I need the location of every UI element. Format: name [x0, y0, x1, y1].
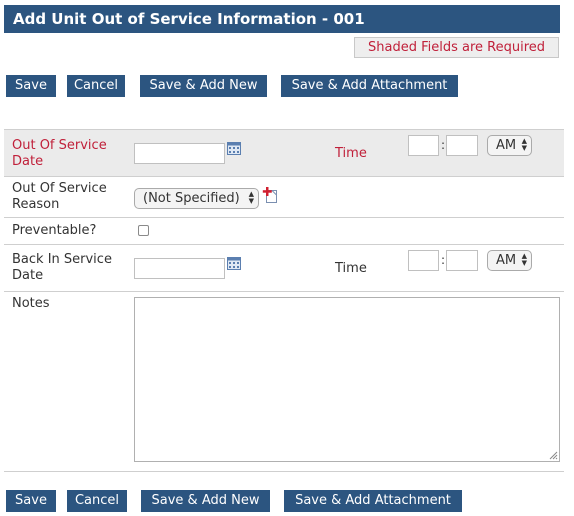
- cancel-button-bottom[interactable]: Cancel: [67, 490, 127, 512]
- out-of-service-date-label: Out Of Service Date: [12, 138, 107, 169]
- cancel-button-top[interactable]: Cancel: [67, 75, 125, 97]
- page-title: Add Unit Out of Service Information - 00…: [4, 5, 560, 33]
- out-of-service-date-input[interactable]: [134, 143, 225, 164]
- reason-label: Out Of Service Reason: [12, 181, 107, 212]
- notes-label: Notes: [12, 296, 50, 311]
- preventable-row: Preventable?: [4, 218, 564, 245]
- save-add-attachment-button-bottom[interactable]: Save & Add Attachment: [284, 490, 462, 512]
- save-button-top[interactable]: Save: [6, 75, 56, 97]
- back-time-ampm-select[interactable]: AM ▲ ▼: [487, 250, 532, 271]
- save-add-new-button-bottom[interactable]: Save & Add New: [141, 490, 270, 512]
- calendar-icon[interactable]: [227, 142, 241, 155]
- notes-textarea[interactable]: [134, 297, 560, 462]
- chevron-updown-icon: ▲ ▼: [521, 137, 527, 152]
- out-time-ampm-select[interactable]: AM ▲ ▼: [487, 135, 532, 156]
- save-button-bottom[interactable]: Save: [6, 490, 56, 512]
- save-add-attachment-button-top[interactable]: Save & Add Attachment: [281, 75, 458, 97]
- calendar-icon[interactable]: [227, 257, 241, 270]
- preventable-label: Preventable?: [12, 223, 97, 238]
- add-item-icon[interactable]: [262, 187, 278, 203]
- back-time-minute-input[interactable]: [446, 250, 478, 271]
- back-in-service-date-input[interactable]: [134, 258, 225, 279]
- back-in-service-row: Back In Service Date: [4, 245, 564, 292]
- out-time-label: Time: [335, 146, 367, 161]
- chevron-updown-icon: ▲ ▼: [248, 190, 254, 205]
- resize-grip-icon[interactable]: [549, 451, 558, 460]
- save-add-new-button-top[interactable]: Save & Add New: [140, 75, 267, 97]
- back-in-service-date-label: Back In Service Date: [12, 252, 112, 283]
- back-time-label: Time: [335, 261, 367, 276]
- out-time-hour-input[interactable]: [408, 135, 439, 156]
- out-time-minute-input[interactable]: [446, 135, 478, 156]
- out-of-service-date-row: Out Of Service Date: [4, 129, 564, 177]
- back-time-hour-input[interactable]: [408, 250, 439, 271]
- reason-row: Out Of Service Reason: [4, 177, 564, 218]
- chevron-updown-icon: ▲ ▼: [521, 252, 527, 267]
- preventable-checkbox[interactable]: [138, 225, 149, 236]
- reason-select[interactable]: (Not Specified) ▲ ▼: [134, 188, 259, 209]
- required-fields-note: Shaded Fields are Required: [354, 37, 559, 58]
